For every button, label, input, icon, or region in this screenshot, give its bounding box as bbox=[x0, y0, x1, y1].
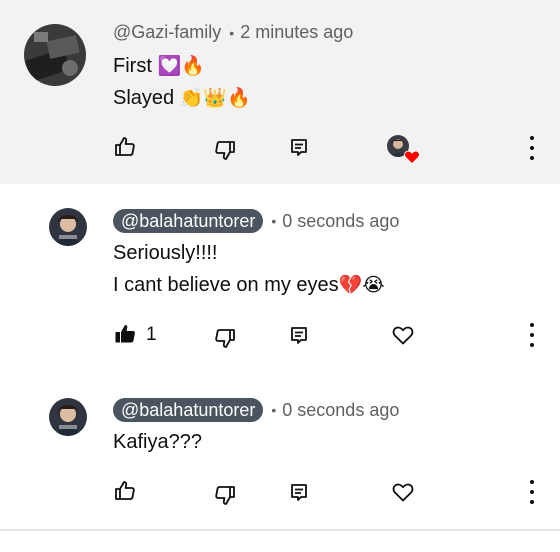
avatar[interactable] bbox=[49, 398, 87, 436]
comment-text: Slayed bbox=[113, 87, 175, 109]
comment-item: @balahatuntorer • 0 seconds ago Kafiya??… bbox=[0, 374, 560, 530]
heart-icon bbox=[392, 483, 414, 502]
author-handle-pill[interactable]: @balahatuntorer bbox=[113, 209, 264, 233]
emoji-group: 👏👑🔥 bbox=[179, 87, 251, 109]
comment-text-line: Kafiya??? bbox=[113, 430, 202, 454]
more-options-button[interactable] bbox=[526, 136, 538, 160]
timestamp: 0 seconds ago bbox=[282, 210, 400, 231]
reply-button[interactable] bbox=[285, 134, 313, 162]
thumb-up-filled-icon bbox=[115, 325, 135, 343]
like-button[interactable] bbox=[111, 133, 139, 161]
thumb-up-icon bbox=[115, 481, 135, 500]
more-vertical-icon bbox=[530, 480, 534, 484]
comment-meta: @balahatuntorer • 0 seconds ago bbox=[113, 209, 399, 233]
like-button[interactable] bbox=[111, 477, 139, 505]
like-count: 1 bbox=[146, 324, 157, 345]
comment-text: I cant believe on my eyes bbox=[113, 274, 339, 296]
heart-icon bbox=[404, 150, 420, 164]
avatar[interactable] bbox=[49, 208, 87, 246]
comment-meta: @balahatuntorer • 0 seconds ago bbox=[113, 398, 399, 422]
more-vertical-icon bbox=[530, 136, 534, 140]
comment-item: @Gazi-family • 2 minutes ago First 💟🔥 Sl… bbox=[0, 0, 560, 184]
thumb-down-icon bbox=[215, 141, 235, 160]
heart-button[interactable] bbox=[389, 478, 417, 506]
emoji-group: 💟🔥 bbox=[157, 55, 205, 77]
separator-dot: • bbox=[229, 24, 235, 41]
thumb-down-icon bbox=[215, 329, 235, 348]
dislike-button[interactable] bbox=[211, 136, 239, 164]
avatar[interactable] bbox=[24, 24, 86, 86]
comment-item: @balahatuntorer • 0 seconds ago Seriousl… bbox=[0, 184, 560, 374]
comment-text: Kafiya??? bbox=[113, 431, 202, 453]
divider bbox=[0, 529, 560, 531]
comment-meta: @Gazi-family • 2 minutes ago bbox=[113, 22, 353, 43]
like-button-active[interactable] bbox=[111, 320, 139, 348]
separator-dot: • bbox=[271, 213, 277, 229]
more-options-button[interactable] bbox=[526, 480, 538, 504]
heart-button[interactable] bbox=[389, 321, 417, 349]
comment-text: Seriously!!!! bbox=[113, 242, 218, 264]
comment-text: First bbox=[113, 55, 152, 77]
comment-text-line: I cant believe on my eyes💔😭 bbox=[113, 273, 385, 297]
more-options-button[interactable] bbox=[526, 323, 538, 347]
timestamp: 2 minutes ago bbox=[240, 22, 354, 42]
author-handle-pill[interactable]: @balahatuntorer bbox=[113, 398, 264, 422]
heart-icon bbox=[392, 326, 414, 345]
dislike-button[interactable] bbox=[211, 324, 239, 352]
thumb-down-icon bbox=[215, 486, 235, 505]
reply-icon bbox=[291, 484, 307, 501]
separator-dot: • bbox=[271, 402, 277, 418]
reply-button[interactable] bbox=[285, 322, 313, 350]
dislike-button[interactable] bbox=[211, 481, 239, 509]
timestamp: 0 seconds ago bbox=[282, 399, 400, 420]
comment-text-line: Slayed 👏👑🔥 bbox=[113, 86, 251, 110]
reply-icon bbox=[291, 139, 307, 156]
author-handle[interactable]: @Gazi-family bbox=[113, 22, 221, 43]
comment-text-line: Seriously!!!! bbox=[113, 241, 217, 265]
emoji-group: 💔😭 bbox=[338, 274, 385, 296]
reply-icon bbox=[291, 327, 307, 344]
comment-text-line: First 💟🔥 bbox=[113, 54, 205, 78]
reply-button[interactable] bbox=[285, 479, 313, 507]
thumb-up-icon bbox=[115, 137, 135, 156]
more-vertical-icon bbox=[530, 323, 534, 327]
